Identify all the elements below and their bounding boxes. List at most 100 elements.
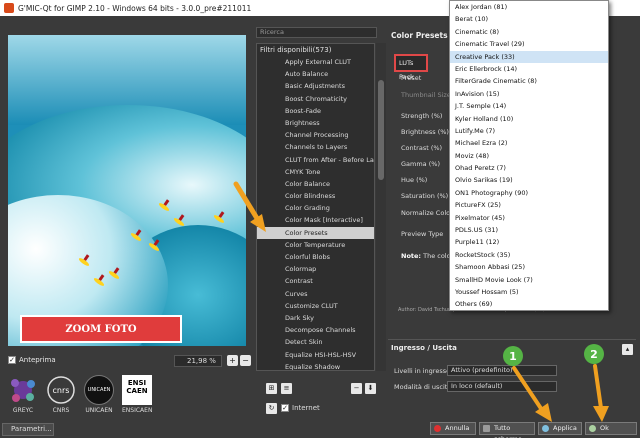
preset-option[interactable]: Lutify.Me (7) xyxy=(450,125,608,137)
preset-option[interactable]: Kyler Holland (10) xyxy=(450,113,608,125)
filter-tree-header: Filtri disponibili(573) xyxy=(260,46,332,54)
institution-logos: GREYC cnrs CNRS UNICAEN UNICAEN ENSI CAE… xyxy=(8,375,168,415)
filter-item[interactable]: CMYK Tone xyxy=(257,166,374,178)
move-down-icon[interactable]: ⬇ xyxy=(365,383,376,394)
preset-option[interactable]: Youssef Hossam (5) xyxy=(450,286,608,298)
collapse-io-icon[interactable]: ▴ xyxy=(622,344,633,355)
filter-item[interactable]: Contrast xyxy=(257,275,374,287)
filter-item[interactable]: Boost Chromaticity xyxy=(257,93,374,105)
filter-item[interactable]: Color Balance xyxy=(257,178,374,190)
filter-item[interactable]: Colormap xyxy=(257,263,374,275)
zoom-in-icon[interactable]: + xyxy=(227,355,238,366)
filter-item[interactable]: Dark Sky xyxy=(257,312,374,324)
filter-item[interactable]: Color Mask [Interactive] xyxy=(257,214,374,226)
parameters-button[interactable]: Parametri... xyxy=(2,423,54,436)
ensicaen-logo: ENSI CAEN xyxy=(122,375,152,405)
filter-item[interactable]: Decompose Channels xyxy=(257,324,374,336)
filter-item[interactable]: Color Blindness xyxy=(257,190,374,202)
window-title: G'MIC-Qt for GIMP 2.10 - Windows 64 bits… xyxy=(18,3,252,13)
preset-option[interactable]: SmallHD Movie Look (7) xyxy=(450,274,608,286)
preset-option[interactable]: Others (69) xyxy=(450,298,608,310)
preset-option[interactable]: Berat (10) xyxy=(450,13,608,25)
annotation-arrow-icon xyxy=(233,181,266,232)
preset-option[interactable]: Ohad Peretz (7) xyxy=(450,162,608,174)
ok-icon xyxy=(589,425,596,432)
preset-option[interactable]: Moviz (48) xyxy=(450,150,608,162)
zoom-out-icon[interactable]: − xyxy=(240,355,251,366)
filter-item[interactable]: Basic Adjustments xyxy=(257,80,374,92)
preset-option[interactable]: Shamoon Abbasi (25) xyxy=(450,261,608,273)
annotation-number-two: 2 xyxy=(584,344,604,364)
filter-item[interactable]: Apply External CLUT xyxy=(257,56,374,68)
preset-option[interactable]: Olvio Sarikas (19) xyxy=(450,174,608,186)
preset-option[interactable]: Pixelmator (45) xyxy=(450,212,608,224)
preset-dropdown[interactable]: Alex Jordan (81) Berat (10) Cinematic (8) C… xyxy=(449,0,609,311)
preset-option[interactable]: PDLS.US (31) xyxy=(450,224,608,236)
preset-option[interactable]: FilterGrade Cinematic (8) xyxy=(450,75,608,87)
unicaen-logo-text: UNICAEN xyxy=(87,387,111,393)
ensicaen-label: ENSICAEN xyxy=(122,407,153,414)
filter-settings-icon[interactable]: ≡ xyxy=(281,383,292,394)
contrast-label: Contrast (%) xyxy=(401,144,443,152)
filter-item[interactable]: Color Grading xyxy=(257,202,374,214)
apply-icon xyxy=(542,425,549,432)
filter-tree[interactable]: Filtri disponibili(573) Apply External C… xyxy=(256,43,375,371)
zoom-field[interactable]: 21,98 % xyxy=(174,355,222,367)
preset-option[interactable]: Cinematic (8) xyxy=(450,26,608,38)
filter-item[interactable]: Brightness xyxy=(257,117,374,129)
saturation-label: Saturation (%) xyxy=(401,192,449,200)
panel-divider xyxy=(388,339,636,340)
filter-item[interactable]: Equalize HSI-HSL-HSV xyxy=(257,349,374,361)
filter-item[interactable]: Equalize Shadow xyxy=(257,361,374,370)
ok-label: Ok xyxy=(600,424,609,432)
fullscreen-icon xyxy=(483,425,490,432)
filter-item[interactable]: Channel Processing xyxy=(257,129,374,141)
filter-item[interactable]: Channels to Layers xyxy=(257,141,374,153)
preset-option[interactable]: J.T. Semple (14) xyxy=(450,100,608,112)
filter-item[interactable]: Auto Balance xyxy=(257,68,374,80)
preset-option[interactable]: Creative Pack (33) xyxy=(450,50,608,63)
internet-checkbox[interactable]: ✓ xyxy=(281,404,289,412)
preset-dropdown-list[interactable]: Alex Jordan (81) Berat (10) Cinematic (8) C… xyxy=(450,1,608,310)
preset-option[interactable]: PictureFX (25) xyxy=(450,199,608,211)
brightness-label: Brightness (%) xyxy=(401,128,449,136)
filter-item[interactable]: CLUT from After - Before Layers xyxy=(257,154,374,166)
filter-list[interactable]: Apply External CLUT Auto Balance Basic Adj… xyxy=(257,56,374,370)
filter-title: Color Presets xyxy=(391,31,448,40)
preview-toggle[interactable]: ✓ Anteprima xyxy=(8,356,56,364)
refresh-icon[interactable]: ↻ xyxy=(266,403,277,414)
input-layers-label: Livelli in ingresso xyxy=(394,367,451,375)
remove-favorite-icon[interactable]: − xyxy=(351,383,362,394)
preset-option[interactable]: Cinematic Travel (29) xyxy=(450,38,608,50)
filter-item[interactable]: Customize CLUT xyxy=(257,300,374,312)
image-preview[interactable]: ZOOM FOTO xyxy=(8,35,246,346)
filter-item[interactable]: Detect Skin xyxy=(257,336,374,348)
thumbnail-size-label: Thumbnail Size xyxy=(401,91,451,99)
normalize-colors-label: Normalize Colors xyxy=(401,209,457,217)
filter-search-input[interactable]: Ricerca xyxy=(256,27,377,38)
filter-item[interactable]: Curves xyxy=(257,288,374,300)
note-bold: Note: xyxy=(401,252,422,260)
expand-tree-icon[interactable]: ⊞ xyxy=(266,383,277,394)
preset-option[interactable]: InAvision (15) xyxy=(450,88,608,100)
preview-label: Anteprima xyxy=(19,356,56,364)
internet-toggle[interactable]: ✓ Internet xyxy=(281,404,320,412)
cancel-button[interactable]: Annulla xyxy=(430,422,476,435)
annotation-number-one: 1 xyxy=(503,346,523,366)
preview-checkbox[interactable]: ✓ xyxy=(8,356,16,364)
filter-item[interactable]: Color Temperature xyxy=(257,239,374,251)
preview-type-label: Preview Type xyxy=(401,230,444,238)
preset-option[interactable]: Michael Ezra (2) xyxy=(450,137,608,149)
preset-option[interactable]: ON1 Photography (90) xyxy=(450,187,608,199)
hue-label: Hue (%) xyxy=(401,176,428,184)
strength-label: Strength (%) xyxy=(401,112,443,120)
preset-option[interactable]: Alex Jordan (81) xyxy=(450,1,608,13)
preset-option[interactable]: RocketStock (35) xyxy=(450,249,608,261)
filter-item[interactable]: Color Presets xyxy=(257,226,374,239)
preset-option[interactable]: Eric Ellerbrock (14) xyxy=(450,63,608,75)
filter-scroll-thumb[interactable] xyxy=(378,80,384,180)
filter-item[interactable]: Boost-Fade xyxy=(257,105,374,117)
preset-option[interactable]: Purple11 (12) xyxy=(450,236,608,248)
internet-label: Internet xyxy=(292,404,320,412)
filter-item[interactable]: Colorful Blobs xyxy=(257,251,374,263)
